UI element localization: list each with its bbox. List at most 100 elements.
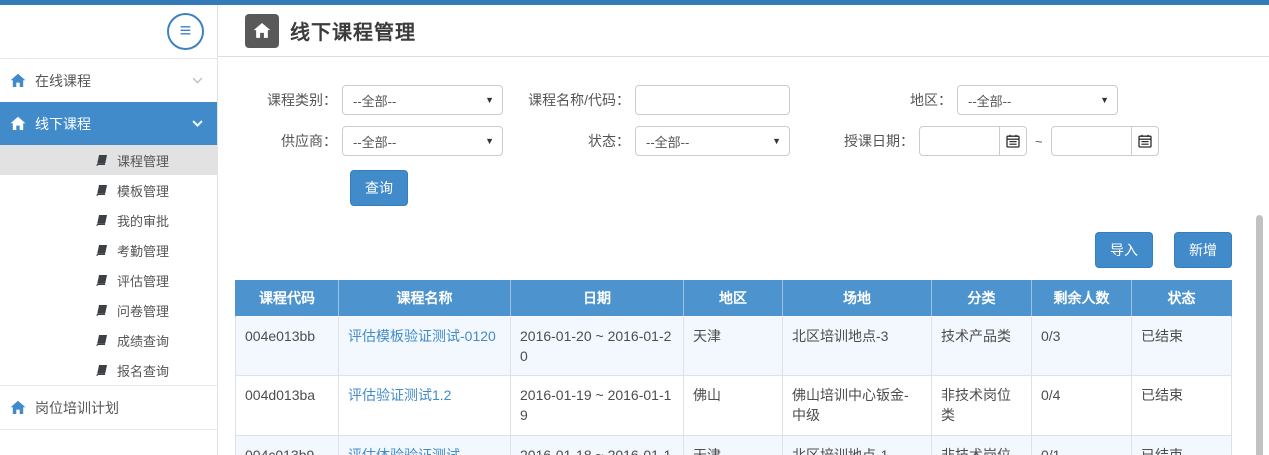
date-from-group [919, 126, 1027, 156]
sidebar-item-survey-management[interactable]: 问卷管理 [0, 295, 217, 325]
sidebar-item-registration-query[interactable]: 报名查询 [0, 355, 217, 385]
category-label: 课程类别： [218, 90, 342, 110]
sidebar-top: ≡ [0, 5, 217, 59]
cell-category: 非技术岗位类 [932, 376, 1032, 436]
sidebar-item-my-approvals[interactable]: 我的审批 [0, 205, 217, 235]
sidebar-item-offline-courses[interactable]: 线下课程 [0, 102, 217, 145]
col-header-remaining: 剩余人数 [1032, 280, 1132, 316]
home-badge-icon [245, 14, 279, 48]
home-icon [10, 400, 26, 415]
region-select-value: --全部-- [968, 91, 1011, 110]
cell-region: 天津 [684, 435, 783, 455]
cell-category: 技术产品类 [932, 316, 1032, 376]
book-icon [95, 154, 109, 167]
sidebar-item-evaluation-management[interactable]: 评估管理 [0, 265, 217, 295]
sidebar: ≡ 在线课程 线下课程 [0, 5, 218, 455]
page-title: 线下课程管理 [290, 16, 416, 45]
sidebar-item-template-management[interactable]: 模板管理 [0, 175, 217, 205]
menu-toggle-button[interactable]: ≡ [167, 13, 204, 50]
status-select-value: --全部-- [646, 132, 689, 151]
select-arrow-icon: ▼ [485, 136, 494, 146]
cell-name: 评估模板验证测试-0120 [339, 316, 511, 376]
cell-remaining: 0/4 [1032, 376, 1132, 436]
select-arrow-icon: ▼ [1100, 95, 1109, 105]
table-row: 004e013bb 评估模板验证测试-0120 2016-01-20 ~ 201… [236, 316, 1232, 376]
sidebar-item-attendance-management[interactable]: 考勤管理 [0, 235, 217, 265]
sidebar-item-label: 岗位培训计划 [35, 398, 119, 418]
course-name-input[interactable] [635, 85, 790, 115]
sidebar-nav: 在线课程 线下课程 课程管理 [0, 59, 217, 430]
col-header-category: 分类 [932, 280, 1032, 316]
cell-code: 004e013bb [236, 316, 339, 376]
sidebar-item-score-query[interactable]: 成绩查询 [0, 325, 217, 355]
cell-category: 非技术岗位类 [932, 435, 1032, 455]
date-to-group [1051, 126, 1159, 156]
cell-remaining: 0/1 [1032, 435, 1132, 455]
book-icon [95, 244, 109, 257]
book-icon [95, 184, 109, 197]
book-icon [95, 364, 109, 377]
search-button[interactable]: 查询 [350, 170, 408, 206]
cell-code: 004d013ba [236, 376, 339, 436]
table-header-row: 课程代码 课程名称 日期 地区 场地 分类 剩余人数 状态 [236, 280, 1232, 316]
sidebar-item-label: 课程管理 [117, 151, 169, 170]
cell-name: 评估体验验证测试 [339, 435, 511, 455]
sidebar-divider [0, 429, 217, 430]
cell-region: 佛山 [684, 376, 783, 436]
cell-date: 2016-01-20 ~ 2016-01-20 [511, 316, 684, 376]
region-select[interactable]: --全部-- ▼ [957, 85, 1118, 115]
sidebar-item-label: 我的审批 [117, 211, 169, 230]
col-header-region: 地区 [684, 280, 783, 316]
calendar-icon[interactable] [1131, 126, 1159, 156]
page-header: 线下课程管理 [218, 5, 1269, 57]
sidebar-item-course-management[interactable]: 课程管理 [0, 145, 217, 175]
course-name-link[interactable]: 评估体验验证测试 [348, 447, 460, 455]
sidebar-item-label: 成绩查询 [117, 331, 169, 350]
supplier-select[interactable]: --全部-- ▼ [342, 126, 503, 156]
course-table: 课程代码 课程名称 日期 地区 场地 分类 剩余人数 状态 004e013bb … [235, 280, 1232, 455]
cell-status: 已结束 [1132, 376, 1232, 436]
book-icon [95, 214, 109, 227]
sidebar-item-label: 评估管理 [117, 271, 169, 290]
cell-venue: 北区培训地点-3 [783, 316, 932, 376]
vertical-scrollbar-thumb[interactable] [1256, 215, 1263, 455]
date-from-input[interactable] [919, 126, 999, 156]
select-arrow-icon: ▼ [772, 136, 781, 146]
add-button[interactable]: 新增 [1174, 232, 1232, 268]
cell-status: 已结束 [1132, 435, 1232, 455]
home-icon [10, 116, 26, 131]
col-header-name: 课程名称 [339, 280, 511, 316]
app-layout: ≡ 在线课程 线下课程 [0, 5, 1269, 455]
course-name-link[interactable]: 评估验证测试1.2 [348, 387, 451, 403]
chevron-down-icon [192, 120, 203, 127]
sidebar-item-label: 线下课程 [35, 114, 91, 134]
sidebar-item-online-courses[interactable]: 在线课程 [0, 59, 217, 102]
course-name-link[interactable]: 评估模板验证测试-0120 [348, 328, 496, 344]
cell-status: 已结束 [1132, 316, 1232, 376]
cell-venue: 北区培训地点-1 [783, 435, 932, 455]
col-header-status: 状态 [1132, 280, 1232, 316]
cell-region: 天津 [684, 316, 783, 376]
filter-row-2: 供应商： --全部-- ▼ 状态： --全部-- ▼ 授课日期： ~ [218, 126, 1269, 156]
col-header-venue: 场地 [783, 280, 932, 316]
calendar-icon[interactable] [999, 126, 1027, 156]
region-label: 地区： [790, 90, 957, 110]
book-icon [95, 304, 109, 317]
cell-name: 评估验证测试1.2 [339, 376, 511, 436]
status-select[interactable]: --全部-- ▼ [635, 126, 790, 156]
course-name-label: 课程名称/代码： [503, 90, 635, 110]
cell-code: 004c013b9 [236, 435, 339, 455]
cell-date: 2016-01-18 ~ 2016-01-18 [511, 435, 684, 455]
date-to-input[interactable] [1051, 126, 1131, 156]
import-button[interactable]: 导入 [1095, 232, 1153, 268]
category-select-value: --全部-- [353, 91, 396, 110]
table-actions: 导入 新增 [218, 232, 1232, 268]
book-icon [95, 334, 109, 347]
supplier-label: 供应商： [218, 131, 342, 151]
sidebar-item-job-training-plan[interactable]: 岗位培训计划 [0, 386, 217, 429]
home-icon [10, 73, 26, 88]
status-label: 状态： [503, 131, 635, 151]
category-select[interactable]: --全部-- ▼ [342, 85, 503, 115]
col-header-date: 日期 [511, 280, 684, 316]
col-header-code: 课程代码 [236, 280, 339, 316]
